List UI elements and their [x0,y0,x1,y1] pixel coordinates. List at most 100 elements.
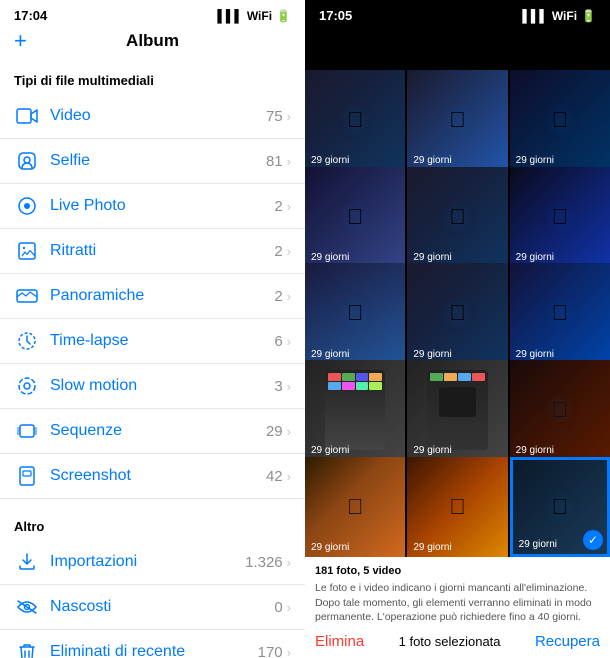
eliminati-chevron: › [287,645,291,658]
photo-cell-9[interactable]:  29 giorni [510,263,610,363]
importazioni-icon [14,549,40,575]
days-label-9: 29 giorni [516,349,554,360]
photo-cell-12[interactable]:  29 giorni [510,360,610,460]
list-item-screenshot[interactable]: Screenshot 42 › [0,454,305,499]
footer-info-text: Le foto e i video indicano i giorni manc… [315,581,600,625]
selfie-count: 81 [266,153,283,170]
left-time: 17:04 [14,8,47,23]
apple-logo-13:  [347,494,364,520]
list-item-eliminati[interactable]: Eliminati di recente 170 › [0,630,305,658]
photo-cell-4[interactable]:  29 giorni [305,167,405,267]
list-item-slow-motion[interactable]: Slow motion 3 › [0,364,305,409]
left-status-bar: 17:04 ▌▌▌ WiFi 🔋 [0,0,305,27]
screenshot-icon [14,463,40,489]
recover-button[interactable]: Recupera [535,633,600,650]
list-item-time-lapse[interactable]: Time-lapse 6 › [0,319,305,364]
panoramiche-icon [14,283,40,309]
days-label-3: 29 giorni [516,155,554,166]
list-item-live-photo[interactable]: Live Photo 2 › [0,184,305,229]
days-label-2: 29 giorni [413,155,451,166]
ritratti-label: Ritratti [50,242,274,260]
right-footer: 181 foto, 5 video Le foto e i video indi… [305,557,610,658]
photo-summary: 181 foto, 5 video [315,565,600,577]
live-photo-label: Live Photo [50,197,274,215]
apple-logo-3:  [552,107,569,133]
time-lapse-chevron: › [287,334,291,349]
signal-icon: ▌▌▌ [217,9,243,23]
photo-cell-3[interactable]:  29 giorni [510,70,610,170]
right-battery-icon: 🔋 [581,9,596,23]
other-section-title: Altro [0,505,305,540]
list-item-ritratti[interactable]: Ritratti 2 › [0,229,305,274]
days-label-5: 29 giorni [413,252,451,263]
time-lapse-label: Time-lapse [50,332,274,350]
list-item-sequenze[interactable]: Sequenze 29 › [0,409,305,454]
nascosti-chevron: › [287,600,291,615]
ritratti-chevron: › [287,244,291,259]
nascosti-label: Nascosti [50,598,274,616]
photo-cell-11[interactable]: 29 giorni [407,360,507,460]
eliminati-label: Eliminati di recente [50,643,258,658]
time-lapse-count: 6 [274,333,282,350]
apple-logo-15:  [552,494,569,520]
ritratti-icon [14,238,40,264]
photo-cell-5[interactable]:  29 giorni [407,167,507,267]
apple-logo-2:  [449,107,466,133]
list-item-selfie[interactable]: Selfie 81 › [0,139,305,184]
list-item-panoramiche[interactable]: Panoramiche 2 › [0,274,305,319]
apple-logo-1:  [347,107,364,133]
photo-grid:  29 giorni  29 giorni  29 giorni  29… [305,70,610,557]
battery-icon: 🔋 [276,9,291,23]
live-photo-icon [14,193,40,219]
left-header: + Album [0,27,305,59]
eliminati-icon [14,639,40,658]
live-photo-count: 2 [274,198,282,215]
photo-cell-15-selected[interactable]:  29 giorni ✓ [510,457,610,557]
slow-motion-chevron: › [287,379,291,394]
photo-cell-8[interactable]:  29 giorni [407,263,507,363]
eliminati-count: 170 [258,644,283,658]
slow-motion-count: 3 [274,378,282,395]
days-label-12: 29 giorni [516,445,554,456]
photo-cell-7[interactable]:  29 giorni [305,263,405,363]
photo-cell-14[interactable]:  29 giorni [407,457,507,557]
photo-cell-6[interactable]:  29 giorni [510,167,610,267]
right-status-icons: ▌▌▌ WiFi 🔋 [522,9,596,23]
apple-logo-9:  [552,300,569,326]
selfie-icon [14,148,40,174]
days-label-13: 29 giorni [311,542,349,553]
sequenze-icon [14,418,40,444]
wifi-icon: WiFi [247,9,272,23]
sequenze-chevron: › [287,424,291,439]
selected-checkmark: ✓ [583,530,603,550]
video-label: Video [50,107,266,125]
days-label-14: 29 giorni [413,542,451,553]
list-item-video[interactable]: Video 75 › [0,94,305,139]
selfie-chevron: › [287,154,291,169]
live-photo-chevron: › [287,199,291,214]
ritratti-count: 2 [274,243,282,260]
video-count: 75 [266,108,283,125]
left-status-icons: ▌▌▌ WiFi 🔋 [217,9,291,23]
days-label-4: 29 giorni [311,252,349,263]
apple-logo-4:  [347,204,364,230]
delete-button[interactable]: Elimina [315,633,364,650]
photo-cell-10[interactable]: 29 giorni [305,360,405,460]
nascosti-count: 0 [274,599,282,616]
selfie-label: Selfie [50,152,266,170]
list-item-importazioni[interactable]: Importazioni 1.326 › [0,540,305,585]
time-lapse-icon [14,328,40,354]
panoramiche-label: Panoramiche [50,287,274,305]
importazioni-chevron: › [287,555,291,570]
add-album-button[interactable]: + [14,28,27,54]
slow-motion-icon [14,373,40,399]
days-label-8: 29 giorni [413,349,451,360]
slow-motion-label: Slow motion [50,377,274,395]
panoramiche-count: 2 [274,288,282,305]
days-label-10: 29 giorni [311,445,349,456]
media-section-title: Tipi di file multimediali [0,59,305,94]
list-item-nascosti[interactable]: Nascosti 0 › [0,585,305,630]
photo-cell-1[interactable]:  29 giorni [305,70,405,170]
photo-cell-13[interactable]:  29 giorni [305,457,405,557]
photo-cell-2[interactable]:  29 giorni [407,70,507,170]
